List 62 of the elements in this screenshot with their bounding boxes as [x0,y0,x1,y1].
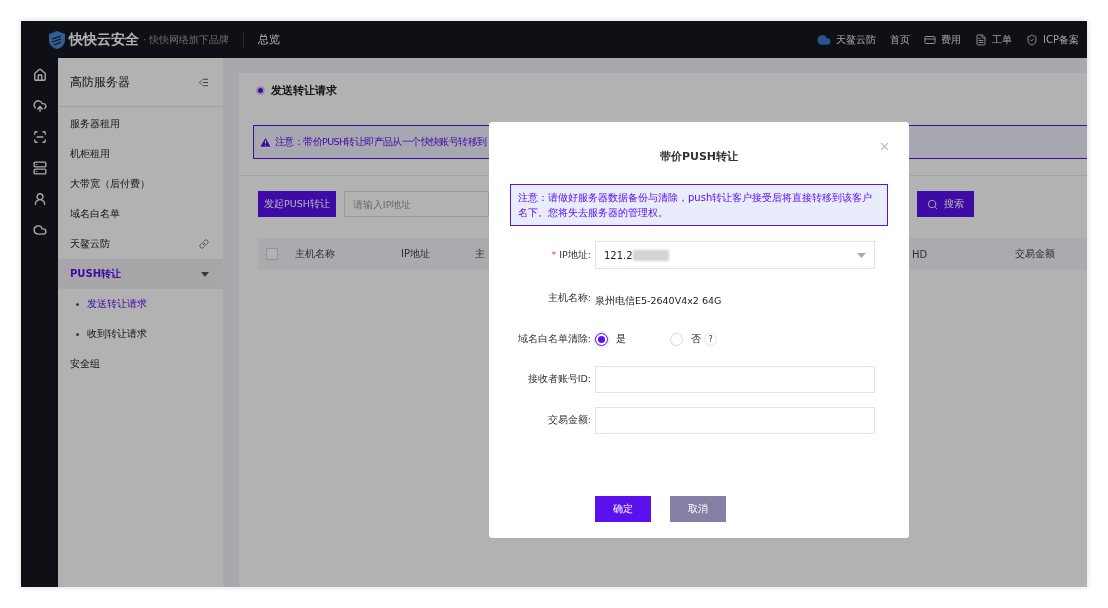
scan-icon[interactable] [32,130,47,144]
page-title: 发送转让请求 [271,83,337,98]
column-header: 主 [475,247,485,261]
user-icon[interactable] [32,192,47,206]
radio-option[interactable]: 否 [670,332,701,346]
field-label: * IP地址: [550,248,591,262]
ip-select[interactable]: 121.2 [595,241,875,269]
cloud-icon[interactable] [32,223,47,237]
brand-tagline: · 快快网络旗下品牌 [143,32,230,47]
title-dot-icon [258,88,263,93]
search-icon [926,198,938,210]
sidebar-item[interactable]: 天鳌云防 [58,229,223,259]
alert-text: 注意：带价PUSH转让即产品从一个快快账号转移到 [275,135,487,149]
cloud-upload-icon[interactable] [32,99,47,113]
sidebar-subitem[interactable]: 收到转让请求 [58,319,223,349]
link-icon [199,239,209,249]
confirm-button[interactable]: 确定 [595,496,651,522]
redaction-block [632,249,669,261]
sidebar-item[interactable]: 安全组 [58,349,223,379]
caret-icon [857,252,866,258]
top-nav-link[interactable]: 工单 [975,32,1013,47]
field-label: 域名白名单清除: [516,332,591,346]
select-all-checkbox[interactable] [266,248,278,260]
search-button[interactable]: 搜索 [916,191,974,217]
section-title: 总览 [258,32,281,47]
field-label: 交易金额: [546,414,591,427]
column-header: IP地址 [401,247,430,261]
dialog-title: 带价PUSH转让 [658,149,740,164]
column-header: 交易金额 [1015,247,1055,261]
server-icon[interactable] [32,161,47,175]
column-header: HD [912,248,928,260]
sidebar-item[interactable]: 大带宽（后付费） [58,169,223,199]
caret-icon [201,271,209,277]
cancel-button[interactable]: 取消 [670,496,726,522]
field-label: 主机名称: [546,291,591,305]
input-field[interactable] [595,407,875,434]
sidebar-title: 高防服务器 [70,73,130,91]
top-nav-link[interactable]: 费用 [924,32,962,47]
shield-logo-icon [49,30,65,49]
host-name: 泉州电信E5-2640V4x2 64G [595,294,722,306]
sidebar-item[interactable]: 服务器租用 [58,109,223,139]
card-icon [924,33,937,46]
sidebar-item[interactable]: PUSH转让 [58,259,223,289]
notice-text: 注意：请做好服务器数据备份与清除，push转让客户接受后将直接转移到该客户名下。您将失去服务器的管理权。 [510,184,888,226]
sidebar-subitem[interactable]: 发送转让请求 [58,289,223,319]
top-nav-link[interactable]: 天鳌云防 [817,32,877,47]
house-icon[interactable] [32,68,47,82]
field-label: 接收者账号ID: [526,373,591,386]
input-field[interactable] [595,366,875,393]
cloud-icon [817,32,832,47]
brand-name: 快快云安全 [69,30,139,49]
document-icon [975,33,988,46]
top-nav-link[interactable]: 首页 [890,32,911,47]
shield-icon [1026,33,1039,46]
sidebar-item[interactable]: 机柜租用 [58,139,223,169]
top-nav-link[interactable]: ICP备案 [1026,32,1079,47]
menu-icon[interactable] [198,76,209,88]
column-header: 主机名称 [295,247,335,261]
warning-icon [259,135,272,149]
radio-option[interactable]: 是 [595,332,626,346]
sidebar-item[interactable]: 域名白名单 [58,199,223,229]
start-push-button[interactable]: 发起PUSH转让 [258,191,336,217]
